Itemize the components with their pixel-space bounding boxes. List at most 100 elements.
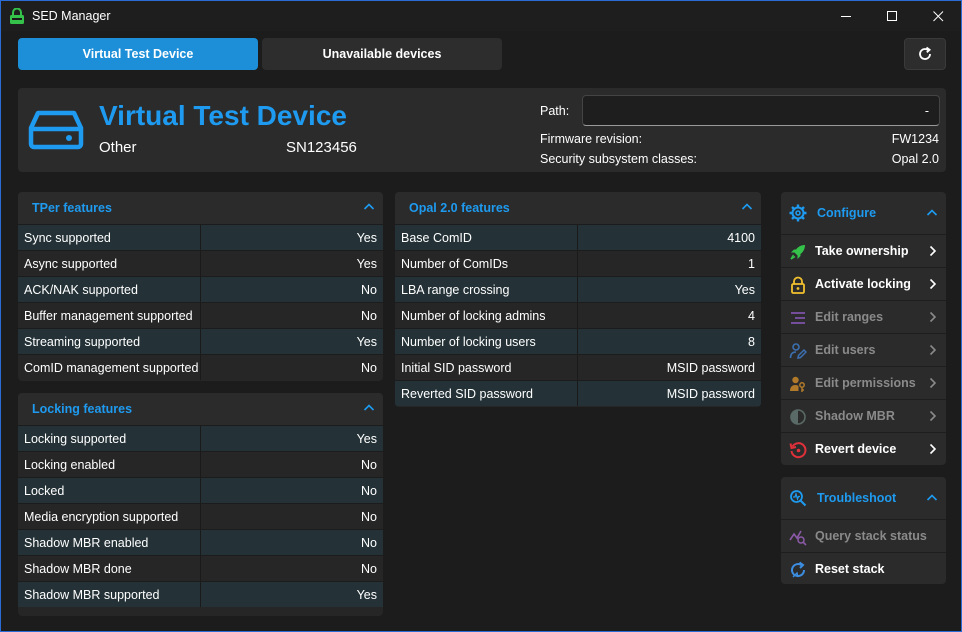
row-key: Shadow MBR supported <box>18 582 201 607</box>
tper-features-panel: TPer features Sync supported Yes Async su… <box>18 192 383 381</box>
chevron-up-icon[interactable] <box>926 492 938 504</box>
query-stack-status-button[interactable]: Query stack status <box>781 519 946 552</box>
row-key: Async supported <box>18 251 201 276</box>
row-key: Locking enabled <box>18 452 201 477</box>
revert-device-button[interactable]: Revert device <box>781 432 946 465</box>
app-lock-icon <box>10 8 24 24</box>
tper-features-title: TPer features <box>32 201 112 215</box>
table-row: Shadow MBR done No <box>18 555 383 581</box>
row-key: Reverted SID password <box>395 381 578 406</box>
device-summary: Virtual Test Device Other SN123456 Path:… <box>18 88 946 172</box>
maximize-button[interactable] <box>869 1 915 31</box>
row-value: Yes <box>356 230 377 245</box>
row-value: MSID password <box>666 386 755 401</box>
table-row: Locking supported Yes <box>18 425 383 451</box>
close-button[interactable] <box>915 1 961 31</box>
title-bar: SED Manager <box>1 1 961 31</box>
opal-features-header[interactable]: Opal 2.0 features <box>395 192 761 224</box>
chevron-up-icon[interactable] <box>926 207 938 219</box>
firmware-label: Firmware revision: <box>540 132 643 146</box>
row-value: Yes <box>356 256 377 271</box>
troubleshoot-title: Troubleshoot <box>817 491 897 505</box>
take-ownership-button[interactable]: Take ownership <box>781 234 946 267</box>
shadow-mbr-button[interactable]: Shadow MBR <box>781 399 946 432</box>
minimize-button[interactable] <box>823 1 869 31</box>
table-row: ACK/NAK supported No <box>18 276 383 302</box>
window-title: SED Manager <box>32 9 111 23</box>
ssc-value: Opal 2.0 <box>891 152 939 166</box>
table-row: Buffer management supported No <box>18 302 383 328</box>
chevron-up-icon[interactable] <box>741 201 753 213</box>
row-value: Yes <box>734 282 755 297</box>
chevron-up-icon[interactable] <box>363 402 375 414</box>
row-value: No <box>361 509 377 524</box>
table-row: ComID management supported No <box>18 354 383 380</box>
drive-icon <box>28 110 84 150</box>
refresh-button[interactable] <box>904 38 946 70</box>
user-key-icon <box>790 376 805 392</box>
row-key: Streaming supported <box>18 329 201 354</box>
chevron-up-icon[interactable] <box>363 201 375 213</box>
row-value: No <box>361 457 377 472</box>
troubleshoot-panel: Troubleshoot Query stack status Reset st… <box>781 477 946 584</box>
row-value: Yes <box>356 587 377 602</box>
troubleshoot-header[interactable]: Troubleshoot <box>781 477 946 519</box>
row-value: No <box>361 282 377 297</box>
path-label: Path: <box>540 104 570 118</box>
chevron-right-icon <box>929 443 937 455</box>
row-key: Number of locking users <box>395 329 578 354</box>
table-row: Number of ComIDs 1 <box>395 250 761 276</box>
activate-locking-button[interactable]: Activate locking <box>781 267 946 300</box>
row-value: Yes <box>356 334 377 349</box>
table-row: Locking enabled No <box>18 451 383 477</box>
opal-features-title: Opal 2.0 features <box>409 201 510 215</box>
activate-locking-label: Activate locking <box>815 277 911 291</box>
locking-features-header[interactable]: Locking features <box>18 393 383 425</box>
close-icon <box>932 10 943 21</box>
half-circle-icon <box>790 409 806 425</box>
table-row: Shadow MBR enabled No <box>18 529 383 555</box>
device-serial: SN123456 <box>286 139 357 156</box>
tper-features-header[interactable]: TPer features <box>18 192 383 224</box>
table-row: Media encryption supported No <box>18 503 383 529</box>
chevron-right-icon <box>929 311 937 323</box>
row-key: Sync supported <box>18 225 201 250</box>
edit-ranges-button[interactable]: Edit ranges <box>781 300 946 333</box>
chevron-right-icon <box>929 344 937 356</box>
table-row: Async supported Yes <box>18 250 383 276</box>
path-field[interactable] <box>582 95 940 126</box>
row-key: LBA range crossing <box>395 277 578 302</box>
row-key: Shadow MBR enabled <box>18 530 201 555</box>
configure-header[interactable]: Configure <box>781 192 946 234</box>
row-value: 4100 <box>727 230 755 245</box>
magnifier-chart-icon <box>790 490 807 507</box>
edit-users-button[interactable]: Edit users <box>781 333 946 366</box>
rocket-icon <box>790 245 805 260</box>
revert-device-label: Revert device <box>815 442 897 456</box>
row-value: No <box>361 308 377 323</box>
take-ownership-label: Take ownership <box>815 244 909 258</box>
tab-unavailable-devices[interactable]: Unavailable devices <box>262 38 502 70</box>
row-key: ACK/NAK supported <box>18 277 201 302</box>
device-type: Other <box>99 139 137 156</box>
edit-permissions-button[interactable]: Edit permissions <box>781 366 946 399</box>
row-value: No <box>361 561 377 576</box>
shadow-mbr-label: Shadow MBR <box>815 409 895 423</box>
firmware-value: FW1234 <box>891 132 939 146</box>
row-key: Number of locking admins <box>395 303 578 328</box>
opal-features-panel: Opal 2.0 features Base ComID 4100 Number … <box>395 192 761 407</box>
row-key: Locking supported <box>18 426 201 451</box>
configure-panel: Configure Take ownership Activate lockin… <box>781 192 946 465</box>
table-row: Streaming supported Yes <box>18 328 383 354</box>
chevron-right-icon <box>929 245 937 257</box>
user-edit-icon <box>789 343 807 359</box>
chevron-right-icon <box>929 377 937 389</box>
row-key: Shadow MBR done <box>18 556 201 581</box>
table-row: Shadow MBR supported Yes <box>18 581 383 607</box>
table-row: Locked No <box>18 477 383 503</box>
edit-ranges-label: Edit ranges <box>815 310 884 324</box>
tab-virtual-test-device[interactable]: Virtual Test Device <box>18 38 258 70</box>
lock-icon <box>791 276 805 294</box>
reset-stack-button[interactable]: Reset stack <box>781 552 946 584</box>
table-row: Reverted SID password MSID password <box>395 380 761 406</box>
